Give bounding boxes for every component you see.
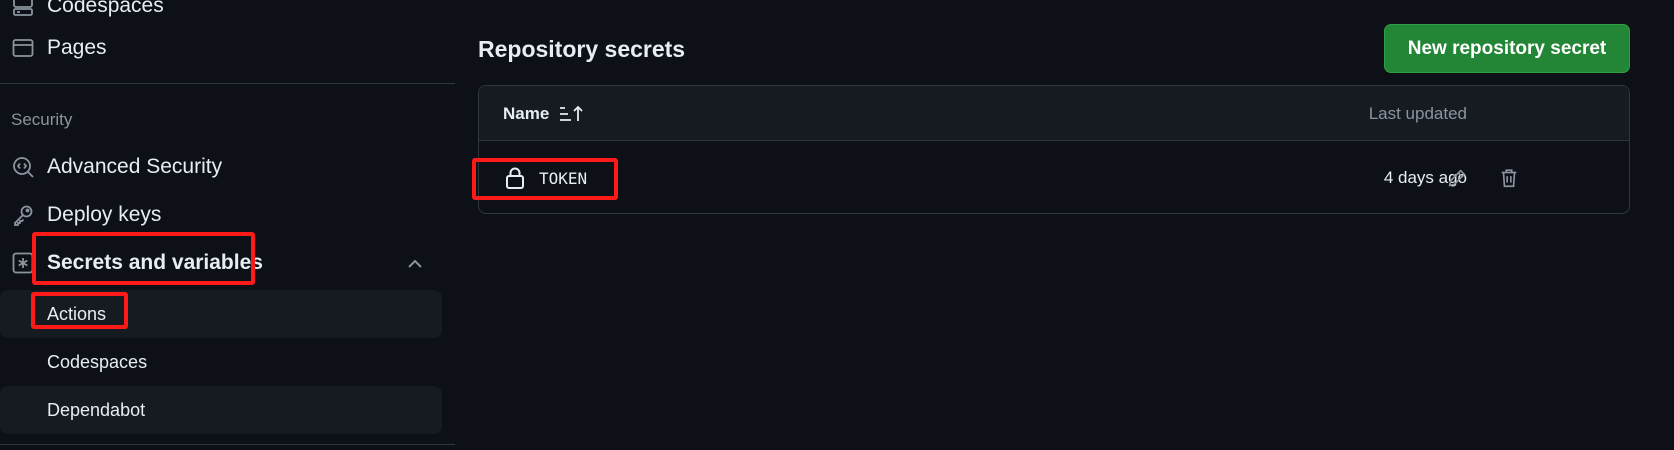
table-row: TOKEN 4 days ago xyxy=(479,142,1629,213)
sidebar-item-codespaces[interactable]: Codespaces xyxy=(10,0,164,26)
browser-icon xyxy=(10,35,36,61)
lock-icon xyxy=(506,167,524,189)
column-header-last-updated: Last updated xyxy=(1368,104,1467,123)
pencil-icon xyxy=(1448,169,1466,187)
sidebar-item-secrets-and-variables[interactable]: Secrets and variables xyxy=(10,243,263,283)
codescan-icon xyxy=(10,154,36,180)
trash-icon xyxy=(1501,169,1517,188)
settings-page: Codespaces Pages Security Advanced Secur… xyxy=(0,0,1674,450)
sidebar-item-label: Codespaces xyxy=(47,0,164,17)
table-header: Name Last updated xyxy=(479,86,1629,141)
sidebar-subitem-codespaces[interactable]: Codespaces xyxy=(0,338,442,386)
sidebar-item-label: Pages xyxy=(47,36,107,59)
column-header-label: Name xyxy=(503,104,550,123)
edit-secret-button[interactable] xyxy=(1441,162,1473,194)
sidebar-item-label: Secrets and variables xyxy=(47,251,263,274)
sidebar-item-advanced-security[interactable]: Advanced Security xyxy=(10,147,222,187)
sidebar-divider xyxy=(0,444,455,445)
chevron-up-icon[interactable] xyxy=(405,254,425,274)
codespaces-icon xyxy=(10,0,36,19)
page-title: Repository secrets xyxy=(478,36,686,62)
secrets-table: Name Last updated TOKEN 4 days ago xyxy=(478,85,1630,214)
sort-ascending-icon[interactable] xyxy=(558,104,584,124)
new-repository-secret-button[interactable]: New repository secret xyxy=(1384,24,1630,73)
sidebar-section-heading: Security xyxy=(11,110,73,129)
secret-name-label: TOKEN xyxy=(539,168,588,188)
repository-secrets-section: Repository secrets New repository secret… xyxy=(472,0,1630,450)
sidebar-subitem-label: Actions xyxy=(47,303,107,324)
sidebar-subitem-actions[interactable]: Actions xyxy=(0,290,442,338)
sidebar-item-pages[interactable]: Pages xyxy=(10,28,107,68)
sidebar-item-label: Advanced Security xyxy=(47,155,223,178)
sidebar-item-deploy-keys[interactable]: Deploy keys xyxy=(10,195,161,235)
column-header-name[interactable]: Name xyxy=(503,104,584,124)
asterisk-box-icon xyxy=(10,250,36,276)
secret-name: TOKEN xyxy=(504,166,587,190)
settings-sidebar: Codespaces Pages Security Advanced Secur… xyxy=(0,0,455,450)
sidebar-subitem-label: Codespaces xyxy=(47,351,148,372)
sidebar-subitem-label: Dependabot xyxy=(47,399,146,420)
key-icon xyxy=(10,202,36,228)
delete-secret-button[interactable] xyxy=(1493,162,1525,194)
sidebar-subitem-dependabot[interactable]: Dependabot xyxy=(0,386,442,434)
sidebar-divider xyxy=(0,83,455,84)
sidebar-item-label: Deploy keys xyxy=(47,203,162,226)
